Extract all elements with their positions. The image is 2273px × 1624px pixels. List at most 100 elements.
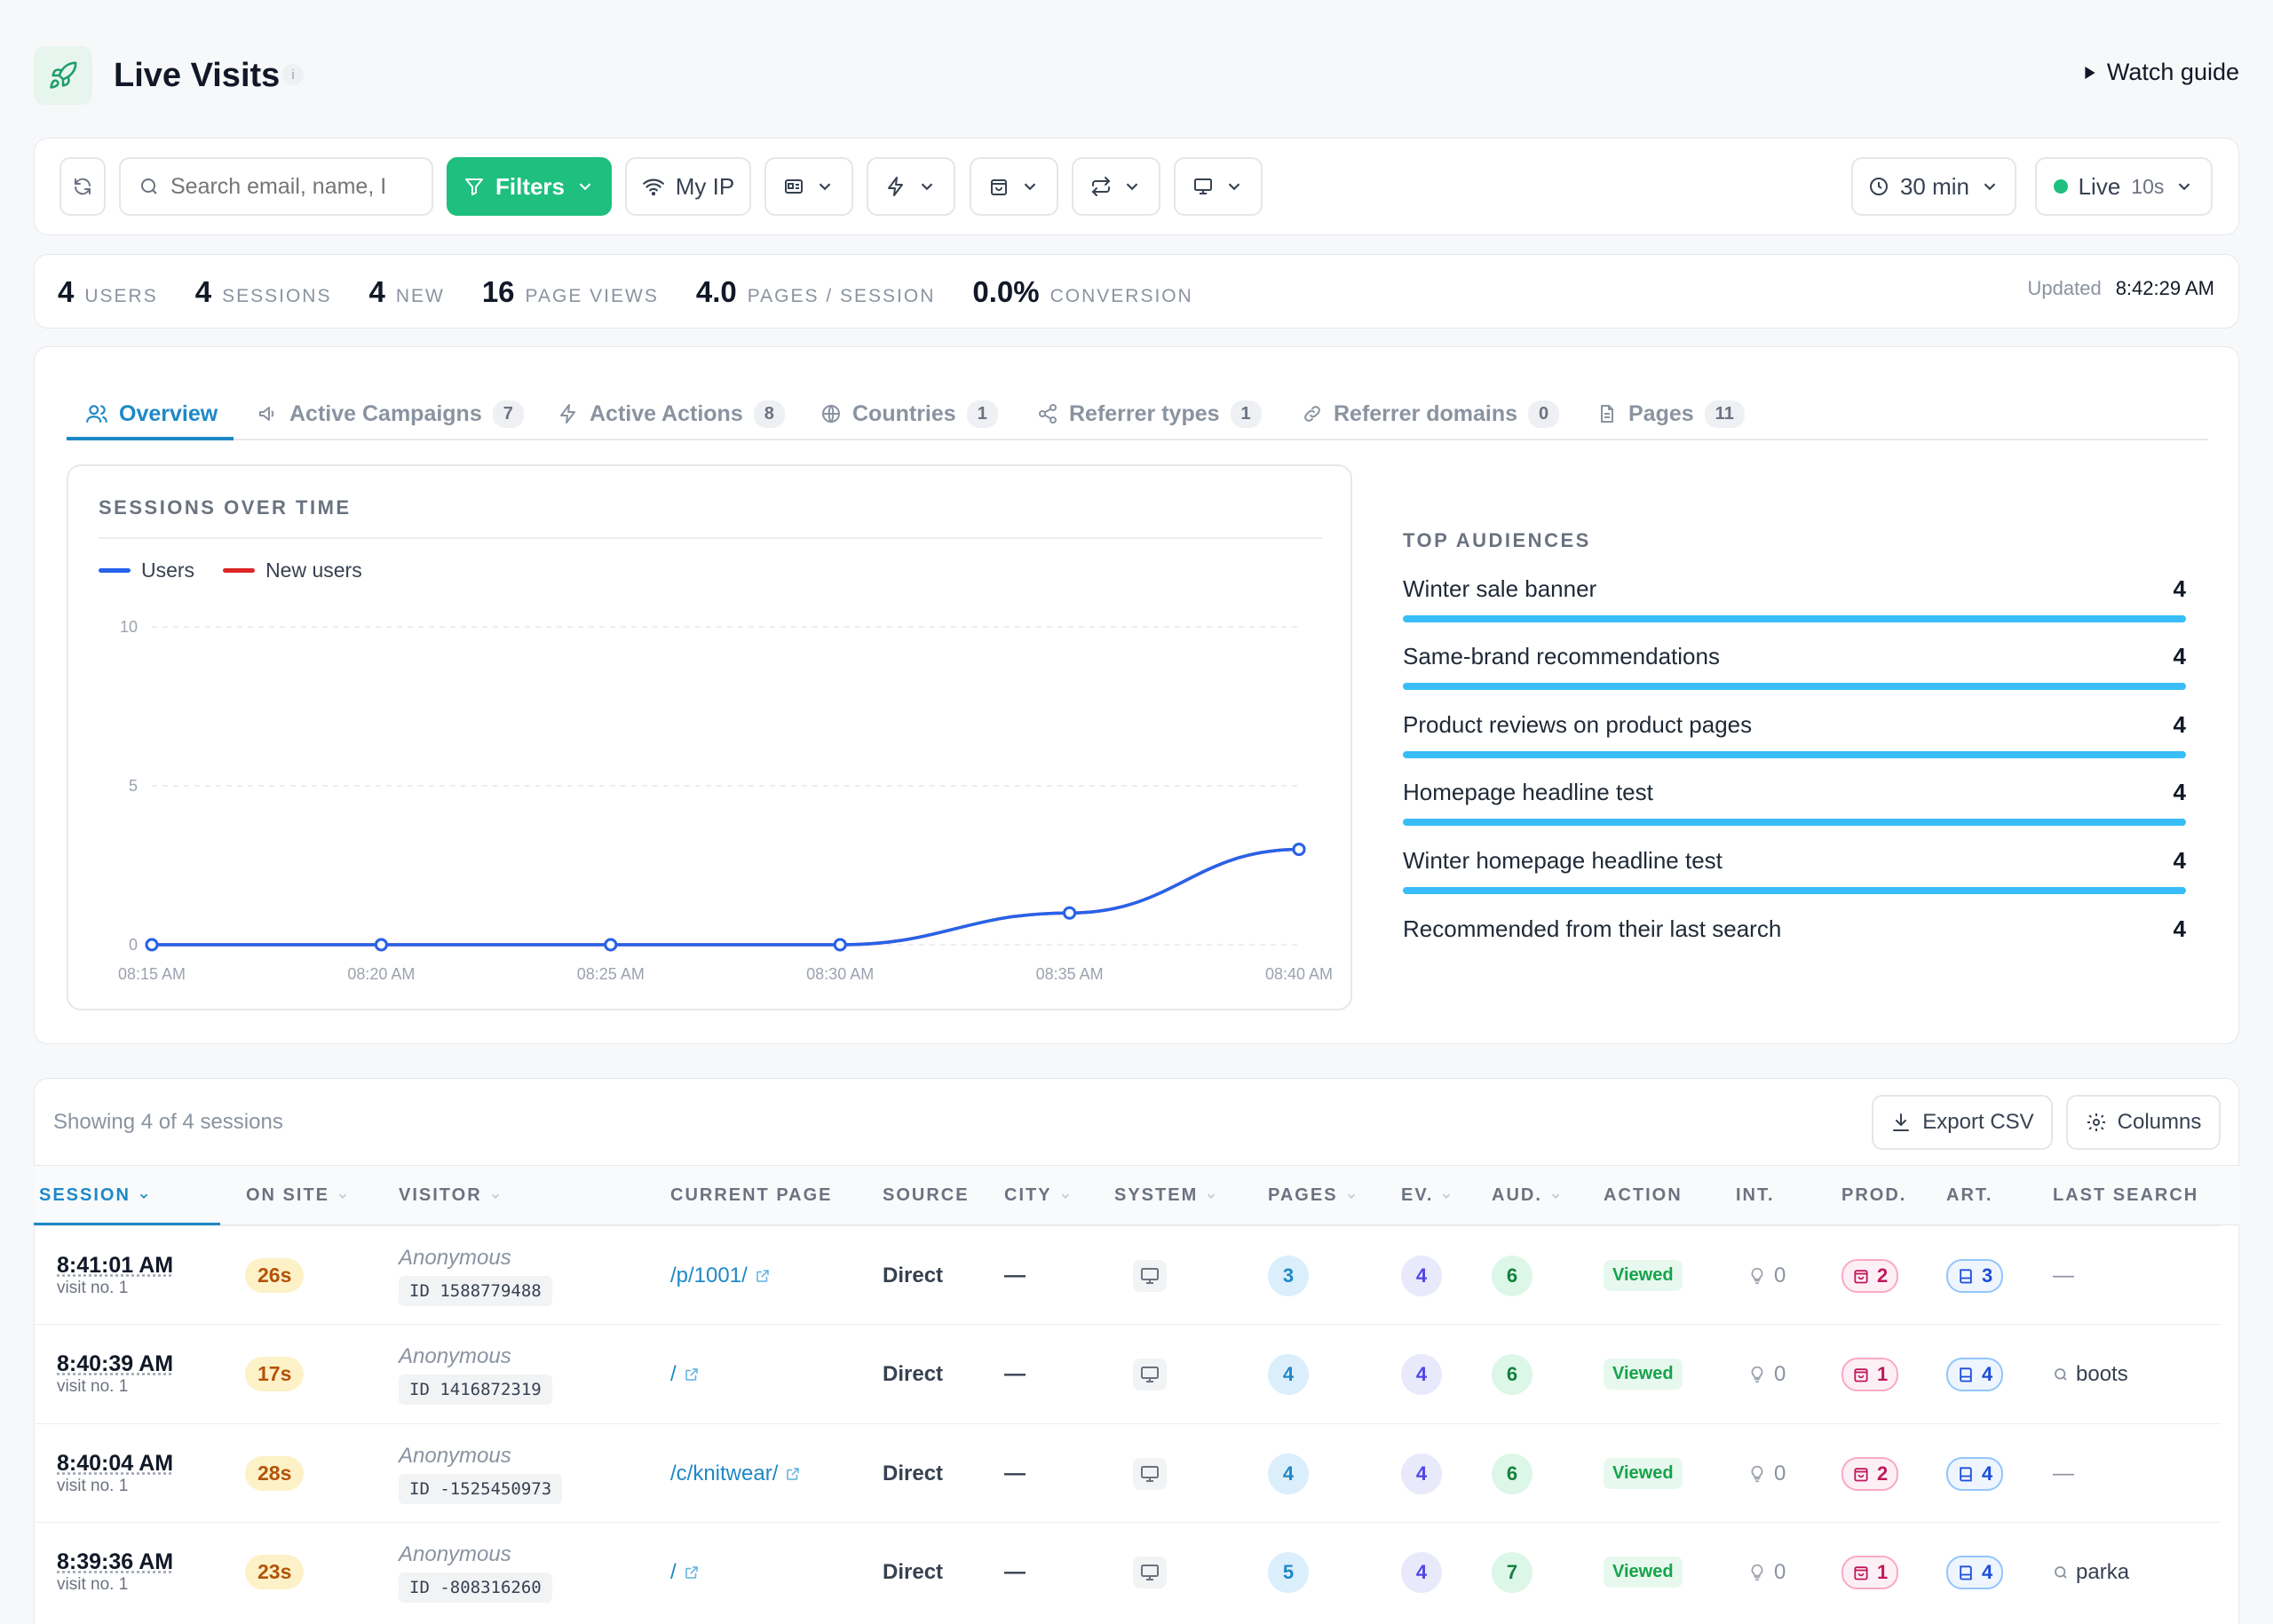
articles-badge[interactable]: 4 bbox=[1946, 1456, 2004, 1491]
events-count[interactable]: 4 bbox=[1401, 1255, 1442, 1296]
events-count[interactable]: 4 bbox=[1401, 1353, 1442, 1395]
audiences-count[interactable]: 7 bbox=[1492, 1551, 1532, 1593]
live-dropdown[interactable]: Live 10s bbox=[2035, 157, 2213, 216]
tab-active-campaigns[interactable]: Active Campaigns 7 bbox=[257, 387, 524, 440]
info-icon[interactable]: i bbox=[282, 64, 304, 85]
session-cell[interactable]: 8:39:36 AM visit no. 1 bbox=[57, 1523, 173, 1621]
search-field[interactable] bbox=[119, 157, 433, 216]
pages-count[interactable]: 5 bbox=[1268, 1551, 1309, 1593]
audiences-count[interactable]: 6 bbox=[1492, 1453, 1532, 1494]
visitor-id[interactable]: ID 1416872319 bbox=[399, 1374, 552, 1405]
system-cell[interactable] bbox=[1133, 1325, 1167, 1423]
table-row[interactable]: 8:40:04 AM visit no. 1 28s Anonymous ID … bbox=[34, 1423, 2222, 1522]
products-badge[interactable]: 2 bbox=[1841, 1258, 1899, 1293]
articles-badge[interactable]: 3 bbox=[1946, 1258, 2004, 1293]
table-row[interactable]: 8:40:39 AM visit no. 1 17s Anonymous ID … bbox=[34, 1324, 2222, 1422]
repeat-dropdown[interactable] bbox=[1072, 157, 1160, 216]
column-header-session[interactable]: Session bbox=[39, 1185, 150, 1206]
tab-active-actions[interactable]: Active Actions 8 bbox=[558, 387, 785, 440]
column-header-products[interactable]: Prod. bbox=[1841, 1185, 1906, 1206]
session-cell[interactable]: 8:41:01 AM visit no. 1 bbox=[57, 1226, 173, 1325]
system-cell[interactable] bbox=[1133, 1226, 1167, 1325]
current-page-link[interactable]: / bbox=[670, 1325, 700, 1423]
articles-badge[interactable]: 4 bbox=[1946, 1357, 2004, 1391]
table-row[interactable]: 8:39:36 AM visit no. 1 23s Anonymous ID … bbox=[34, 1522, 2222, 1620]
cart-dropdown[interactable] bbox=[970, 157, 1058, 216]
column-header-pages[interactable]: Pages bbox=[1268, 1185, 1358, 1206]
column-header-on-site[interactable]: On site bbox=[246, 1185, 349, 1206]
audience-row[interactable]: Homepage headline test 4 bbox=[1403, 779, 2186, 826]
sessions-count: Showing 4 of 4 sessions bbox=[53, 1110, 283, 1134]
actions-dropdown[interactable] bbox=[867, 157, 955, 216]
id-card-dropdown[interactable] bbox=[764, 157, 853, 216]
column-header-last-search[interactable]: Last search bbox=[2053, 1185, 2198, 1206]
system-cell[interactable] bbox=[1133, 1424, 1167, 1523]
products-badge[interactable]: 2 bbox=[1841, 1456, 1899, 1491]
system-cell[interactable] bbox=[1133, 1523, 1167, 1621]
pages-cell: 4 bbox=[1268, 1325, 1309, 1423]
filters-button[interactable]: Filters bbox=[447, 157, 612, 216]
events-count[interactable]: 4 bbox=[1401, 1551, 1442, 1593]
table-row[interactable]: 8:41:01 AM visit no. 1 26s Anonymous ID … bbox=[34, 1225, 2222, 1324]
time-range-dropdown[interactable]: 30 min bbox=[1851, 157, 2016, 216]
column-header-city[interactable]: City bbox=[1004, 1185, 1072, 1206]
visitor-cell[interactable]: Anonymous ID 1588779488 bbox=[399, 1226, 552, 1325]
export-csv-button[interactable]: Export CSV bbox=[1872, 1095, 2053, 1150]
current-page-link[interactable]: / bbox=[670, 1523, 700, 1621]
tab-overview[interactable]: Overview bbox=[85, 387, 218, 440]
column-header-current-page[interactable]: Current page bbox=[670, 1185, 833, 1206]
tab-referrer-types[interactable]: Referrer types 1 bbox=[1037, 387, 1262, 440]
audiences-count[interactable]: 6 bbox=[1492, 1255, 1532, 1296]
current-page-link[interactable]: /p/1001/ bbox=[670, 1226, 771, 1325]
articles-badge[interactable]: 4 bbox=[1946, 1555, 2004, 1589]
events-cell: 4 bbox=[1401, 1226, 1442, 1325]
audience-value: 4 bbox=[2173, 711, 2186, 738]
column-header-audiences[interactable]: Aud. bbox=[1492, 1185, 1562, 1206]
visitor-cell[interactable]: Anonymous ID -1525450973 bbox=[399, 1424, 563, 1523]
lightning-icon bbox=[888, 177, 903, 196]
events-count[interactable]: 4 bbox=[1401, 1453, 1442, 1494]
column-header-events[interactable]: Ev. bbox=[1401, 1185, 1453, 1206]
my-ip-button[interactable]: My IP bbox=[625, 157, 751, 216]
refresh-icon bbox=[75, 178, 91, 195]
pages-count[interactable]: 4 bbox=[1268, 1353, 1309, 1395]
refresh-button[interactable] bbox=[59, 157, 106, 216]
visitor-id[interactable]: ID 1588779488 bbox=[399, 1275, 552, 1306]
column-header-source[interactable]: Source bbox=[883, 1185, 970, 1206]
session-time[interactable]: 8:40:04 AM bbox=[57, 1451, 173, 1477]
session-cell[interactable]: 8:40:04 AM visit no. 1 bbox=[57, 1424, 173, 1523]
tab-referrer-domains[interactable]: Referrer domains 0 bbox=[1302, 387, 1560, 440]
visitor-cell[interactable]: Anonymous ID 1416872319 bbox=[399, 1325, 552, 1423]
search-input[interactable] bbox=[170, 173, 401, 200]
audience-row[interactable]: Product reviews on product pages 4 bbox=[1403, 711, 2186, 758]
audience-row[interactable]: Winter sale banner 4 bbox=[1403, 575, 2186, 622]
visitor-id[interactable]: ID -1525450973 bbox=[399, 1473, 563, 1504]
session-cell[interactable]: 8:40:39 AM visit no. 1 bbox=[57, 1325, 173, 1423]
products-badge[interactable]: 1 bbox=[1841, 1357, 1899, 1391]
device-dropdown[interactable] bbox=[1174, 157, 1263, 216]
session-time[interactable]: 8:40:39 AM bbox=[57, 1351, 173, 1377]
audience-row[interactable]: Same-brand recommendations 4 bbox=[1403, 643, 2186, 690]
columns-button[interactable]: Columns bbox=[2066, 1095, 2221, 1150]
visitor-id[interactable]: ID -808316260 bbox=[399, 1572, 552, 1603]
watch-guide-button[interactable]: Watch guide bbox=[2084, 59, 2239, 86]
tab-pages[interactable]: Pages 11 bbox=[1596, 387, 1745, 440]
x-tick-label: 08:15 AM bbox=[118, 965, 186, 983]
column-header-action[interactable]: Action bbox=[1604, 1185, 1683, 1206]
column-header-interactions[interactable]: Int. bbox=[1736, 1185, 1775, 1206]
tab-countries[interactable]: Countries 1 bbox=[820, 387, 998, 440]
column-header-visitor[interactable]: Visitor bbox=[399, 1185, 502, 1206]
tab-label: Referrer types bbox=[1069, 400, 1220, 426]
column-header-articles[interactable]: Art. bbox=[1946, 1185, 1992, 1206]
visitor-cell[interactable]: Anonymous ID -808316260 bbox=[399, 1523, 552, 1621]
current-page-link[interactable]: /c/knitwear/ bbox=[670, 1424, 801, 1523]
products-badge[interactable]: 1 bbox=[1841, 1555, 1899, 1589]
audience-row[interactable]: Recommended from their last search 4 bbox=[1403, 915, 2186, 943]
audience-row[interactable]: Winter homepage headline test 4 bbox=[1403, 847, 2186, 894]
session-time[interactable]: 8:39:36 AM bbox=[57, 1549, 173, 1575]
column-header-system[interactable]: System bbox=[1114, 1185, 1217, 1206]
audiences-count[interactable]: 6 bbox=[1492, 1353, 1532, 1395]
session-time[interactable]: 8:41:01 AM bbox=[57, 1253, 173, 1279]
pages-count[interactable]: 4 bbox=[1268, 1453, 1309, 1494]
pages-count[interactable]: 3 bbox=[1268, 1255, 1309, 1296]
